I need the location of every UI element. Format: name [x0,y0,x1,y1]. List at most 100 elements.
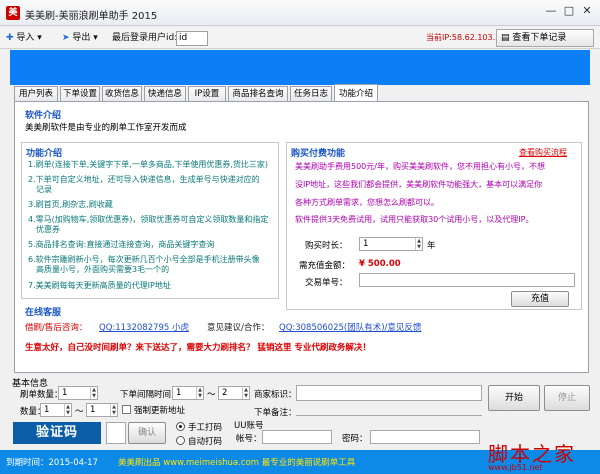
interval-to-stepper[interactable]: 2 ▲ ▼ [218,386,250,400]
quantity-separator: ～ [75,407,84,417]
functions-box: 功能介绍 1.刷单(连接下单,关键字下单,一单多商品,下单使用优惠券,货比三家)… [21,142,279,299]
spin-arrows-icon[interactable]: ▲ ▼ [196,387,203,399]
function-item: 5.商品排名查询:直接通过连接查询，商品关键字查询 [28,240,215,249]
quantity-to-value: 1 [90,405,96,415]
function-item: 高质量小号，外面购买需要3毛一个的 [36,265,170,274]
stop-button[interactable]: 停止 [544,385,590,411]
close-icon[interactable]: ✕ [580,4,594,18]
import-label: 导入 ▾ [16,33,42,43]
spin-arrows-icon[interactable]: ▲ ▼ [242,387,249,399]
quantity-from-value: 1 [44,405,50,415]
feedback-qq-link[interactable]: QQ:308506025(团队有术)/意见反馈 [279,321,421,333]
intro-heading: 软件介绍 [25,111,62,121]
spin-arrows-icon[interactable]: ▲ ▼ [90,387,97,399]
duration-unit: 年 [427,241,436,251]
trade-number-label: 交易单号： [305,278,348,288]
banner [10,50,590,85]
tab-ip-settings[interactable]: IP设置 [188,86,226,102]
tab-user-list[interactable]: 用户列表 [14,86,58,102]
force-address-checkbox[interactable] [122,405,131,414]
interval-from-value: 1 [176,388,182,398]
captcha-input[interactable] [106,422,126,444]
purchase-note: 软件提供3天免费试用，试用只能获取30个试用小号，以及代理IP。 [295,215,534,224]
radio-dot-icon [179,425,182,428]
window-title: 美美刷-美丽浪刷单助手 2015 [25,11,158,22]
watermark-url: www.jb51.net [488,463,543,472]
tab-rank-query[interactable]: 商品排名查询 [228,86,288,102]
view-orders-label: 查看下单记录 [512,33,567,43]
tab-receipt-info[interactable]: 收货信息 [102,86,142,102]
interval-to-value: 2 [222,388,228,398]
quantity-from-stepper[interactable]: 1 ▲ ▼ [40,403,72,417]
order-note-input[interactable] [296,415,482,416]
export-menu[interactable]: ➤ 导出 ▾ [62,31,98,46]
last-user-input[interactable]: id [176,31,208,46]
import-icon: ✚ [6,33,14,43]
expire-date: 到期时间：2015-04-17 [6,458,98,468]
manual-code-radio[interactable] [176,422,185,431]
password-input[interactable] [370,430,480,444]
export-label: 导出 ▾ [72,33,98,43]
maximize-icon[interactable]: □ [562,4,576,18]
site-info: 美美刷出品 www.meimeishua.com 最专业的美丽说刷单工具 [118,458,356,468]
import-menu[interactable]: ✚ 导入 ▾ [6,31,42,46]
auto-code-radio[interactable] [176,436,185,445]
title-bar: 美 美美刷-美丽浪刷单助手 2015 — □ ✕ [0,0,600,26]
order-note-label: 下单备注： [254,408,297,418]
order-count-stepper[interactable]: 1 ▲ ▼ [58,386,98,400]
interval-label: 下单间隔时间： [120,390,180,400]
auto-code-label: 自动打码 [188,437,223,447]
captcha-image: 验证码 [13,422,101,444]
amount-value: ¥ 500.00 [359,259,401,269]
function-item: 7.美美刷每每天更新高质量的代理IP地址 [28,281,171,290]
intro-text: 美美刷软件是由专业的刷单工作室开发而成 [25,123,187,133]
manual-code-label: 手工打码 [188,423,223,433]
tab-features[interactable]: 功能介绍 [334,84,378,102]
function-item: 1.刷单(连接下单,关键字下单,一单多商品,下单使用优惠券,货比三家) [28,160,269,169]
online-heading: 在线客服 [25,308,62,318]
app-logo-icon: 美 [6,6,20,20]
current-ip: 当前IP:58.62.103.35 [426,33,506,42]
document-icon: ▤ [501,33,510,43]
spin-arrows-icon[interactable]: ▲ ▼ [64,404,71,416]
account-input[interactable] [262,430,332,444]
spin-arrows-icon[interactable]: ▲ ▼ [110,404,117,416]
quantity-to-stepper[interactable]: 1 ▲ ▼ [86,403,118,417]
support-label: 借刷/售后咨询： [25,323,88,333]
duration-stepper[interactable]: 1 ▲ ▼ [359,237,423,251]
tab-express-info[interactable]: 快递信息 [144,86,186,102]
interval-from-stepper[interactable]: 1 ▲ ▼ [172,386,204,400]
minimize-icon[interactable]: — [544,4,558,18]
toolbar: ✚ 导入 ▾ ➤ 导出 ▾ 最后登录用户id: id 当前IP:58.62.10… [0,27,600,49]
uu-account-heading: UU账号 [234,421,264,431]
purchase-note: 美美刷助手费用500元/年，购买美美刷软件，您不用担心有小号，不想 [295,162,545,171]
purchase-note: 各种方式刷单需求，您想怎么刷都可以。 [295,198,439,207]
function-item: 4.零马(加购物车,领取优惠券)，领取优惠券可自定义领取数量和指定 [28,215,269,224]
password-label: 密码： [342,434,368,444]
spin-arrows-icon[interactable]: ▲ ▼ [415,238,422,250]
force-address-label: 强制更新地址 [134,406,186,416]
purchase-flow-link[interactable]: 查看购买流程 [519,147,567,158]
tab-order-settings[interactable]: 下单设置 [60,86,100,102]
feedback-label: 意见建议/合作： [207,323,270,333]
trade-number-input[interactable] [359,273,575,287]
purchase-heading: 购买付费功能 [291,149,346,159]
support-qq-link[interactable]: QQ:1132082795 小虎 [99,321,189,333]
duration-label: 购买时长： [305,241,348,251]
function-item: 2.下单可自定义地址，还可导入快递信息，生成单号与快递对应的 [28,175,260,184]
function-item: 3.刷首页,刷杂志,刷收藏 [28,200,113,209]
purchase-note: 没IP地址，这些我们都会提供，美美刷软件功能强大，基本可以满足你 [295,180,543,189]
last-user-label: 最后登录用户id: [112,33,178,43]
view-orders-button[interactable]: ▤ 查看下单记录 [496,29,594,47]
start-button[interactable]: 开始 [488,385,540,411]
account-label: 帐号： [236,434,262,444]
function-item: 记录 [36,185,52,194]
functions-heading: 功能介绍 [26,149,63,159]
shop-id-label: 商家标识： [254,390,297,400]
purchase-box: 购买付费功能 查看购买流程 美美刷助手费用500元/年，购买美美刷软件，您不用担… [286,142,582,310]
shop-id-input[interactable] [296,385,482,401]
duration-value: 1 [363,239,369,249]
captcha-confirm-button[interactable]: 确认 [128,422,166,444]
tab-task-log[interactable]: 任务日志 [290,86,332,102]
function-item: 优惠券 [36,225,60,234]
